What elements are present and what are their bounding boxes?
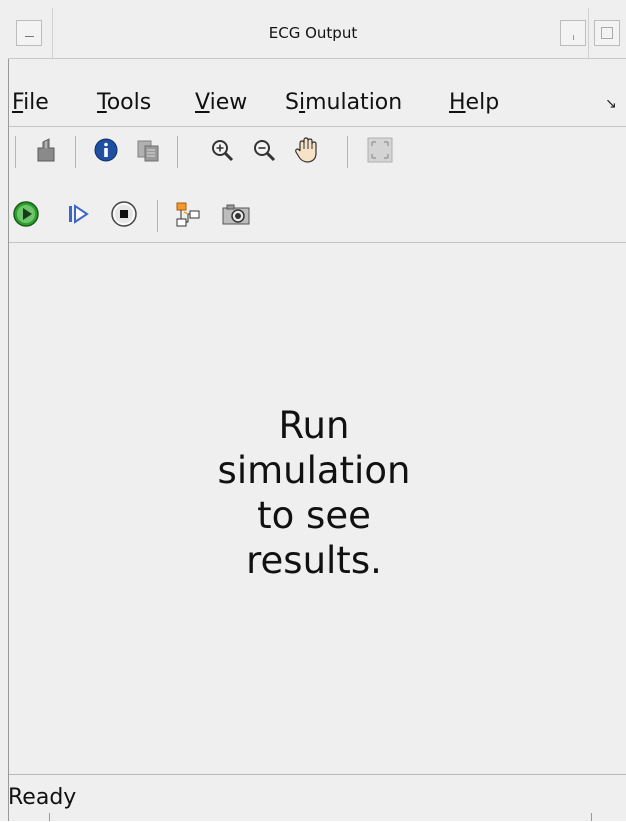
zoom-out-icon[interactable] [249, 135, 279, 165]
toolbar-separator [15, 136, 16, 168]
toolbar-separator [177, 136, 178, 168]
message-line: simulation [217, 449, 411, 492]
plot-area[interactable]: Run simulation to see results. [9, 243, 626, 773]
parameters-icon[interactable] [31, 135, 61, 165]
title-bar-divider [52, 8, 53, 58]
fit-to-view-icon[interactable] [365, 135, 395, 165]
ecg-output-window: ECG Output File Tools View Simulation He… [0, 0, 626, 821]
message-line: to see [257, 494, 371, 537]
menu-divider [9, 126, 626, 127]
toolbar-simulation [9, 194, 626, 234]
menu-help[interactable]: Help [449, 90, 499, 115]
empty-state-message: Run simulation to see results. [159, 403, 469, 583]
highlight-model-icon[interactable] [173, 199, 203, 229]
menu-overflow-arrow-icon[interactable]: ↘ [605, 96, 617, 112]
copy-icon[interactable] [133, 135, 163, 165]
status-text: Ready [8, 785, 77, 810]
status-bar-tick [591, 813, 592, 821]
minimize-button[interactable] [560, 20, 586, 46]
title-bar[interactable]: ECG Output [8, 8, 626, 59]
menu-bar: File Tools View Simulation Help ↘ [9, 86, 626, 122]
pan-hand-icon[interactable] [291, 135, 321, 165]
toolbar-separator [347, 136, 348, 168]
info-icon[interactable] [91, 135, 121, 165]
window-menu-button[interactable] [16, 20, 42, 46]
zoom-in-icon[interactable] [207, 135, 237, 165]
title-bar-divider [588, 8, 589, 58]
toolbar-main [9, 130, 626, 170]
toolbar-separator [157, 200, 158, 232]
window-title: ECG Output [268, 24, 358, 42]
menu-tools[interactable]: Tools [97, 90, 151, 115]
maximize-button[interactable] [594, 20, 620, 46]
step-forward-icon[interactable] [63, 199, 93, 229]
menu-file[interactable]: File [12, 90, 49, 115]
toolbar-separator [75, 136, 76, 168]
menu-view[interactable]: View [195, 90, 247, 115]
run-icon[interactable] [11, 199, 41, 229]
snapshot-camera-icon[interactable] [221, 199, 251, 229]
status-bar-tick [49, 813, 50, 821]
menu-simulation[interactable]: Simulation [285, 90, 402, 115]
message-line: Run [278, 404, 350, 447]
status-bar: Ready [8, 774, 626, 822]
stop-icon[interactable] [109, 199, 139, 229]
message-line: results. [246, 539, 382, 582]
